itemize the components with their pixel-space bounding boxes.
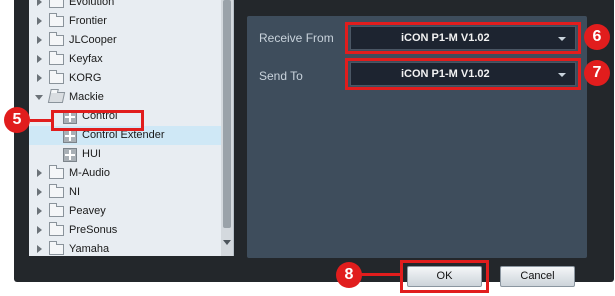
folder-icon [49, 0, 64, 8]
tree-item-label: HUI [82, 148, 101, 160]
expand-arrow-icon[interactable] [37, 17, 42, 25]
callout-badge-8: 8 [336, 262, 362, 288]
expand-arrow-icon[interactable] [37, 226, 42, 234]
callout-highlight-receive-from [345, 22, 581, 54]
tree-item-presonus[interactable]: PreSonus [29, 221, 223, 240]
folder-icon [49, 70, 64, 84]
tree-item-mackie[interactable]: Mackie [29, 88, 223, 107]
expand-arrow-icon[interactable] [37, 169, 42, 177]
control-surface-icon [63, 129, 77, 143]
tree-item-label: Peavey [69, 205, 106, 217]
tree-item-m-audio[interactable]: M-Audio [29, 164, 223, 183]
cancel-button[interactable]: Cancel [500, 266, 575, 287]
callout-connector [30, 119, 52, 122]
tree-item-label: M-Audio [69, 167, 110, 179]
expand-arrow-icon[interactable] [37, 74, 42, 82]
callout-highlight-send-to [345, 58, 581, 90]
scroll-down-arrow-icon[interactable] [223, 240, 231, 245]
callout-connector [360, 273, 401, 276]
folder-icon [49, 165, 64, 179]
tree-item-ni[interactable]: NI [29, 183, 223, 202]
expand-arrow-icon[interactable] [37, 188, 42, 196]
expand-arrow-icon[interactable] [37, 55, 42, 63]
tree-item-label: Yamaha [69, 243, 110, 255]
folder-icon [49, 13, 64, 27]
callout-badge-6: 6 [584, 24, 610, 50]
open-folder-icon [47, 92, 66, 103]
folder-icon [49, 184, 64, 198]
tree-item-label: NI [69, 186, 80, 198]
tree-item-jlcooper[interactable]: JLCooper [29, 31, 223, 50]
tree-item-keyfax[interactable]: Keyfax [29, 50, 223, 69]
callout-highlight-tree-item [51, 110, 144, 131]
tree-item-evolution[interactable]: Evolution [29, 0, 223, 12]
tree-item-label: KORG [69, 72, 102, 84]
tree-item-label: Mackie [69, 91, 104, 103]
tree-item-korg[interactable]: KORG [29, 69, 223, 88]
tree-scrollbar-thumb[interactable] [223, 0, 231, 228]
tree-item-yamaha[interactable]: Yamaha [29, 240, 223, 256]
expand-arrow-icon[interactable] [37, 207, 42, 215]
tree-item-label: JLCooper [69, 34, 117, 46]
folder-icon [49, 241, 64, 255]
callout-badge-5: 5 [4, 107, 30, 133]
tree-item-label: Frontier [69, 15, 107, 27]
collapse-arrow-icon[interactable] [35, 95, 43, 100]
tree-item-label: Keyfax [69, 53, 103, 65]
tree-item-label: Evolution [69, 0, 115, 8]
tree-item-frontier[interactable]: Frontier [29, 12, 223, 31]
expand-arrow-icon[interactable] [37, 0, 42, 6]
receive-from-label: Receive From [259, 31, 334, 45]
tree-item-hui[interactable]: HUI [29, 145, 223, 164]
folder-icon [49, 222, 64, 236]
send-to-label: Send To [259, 69, 303, 83]
expand-arrow-icon[interactable] [37, 36, 42, 44]
control-surface-icon [63, 148, 77, 162]
expand-arrow-icon[interactable] [37, 245, 42, 253]
folder-icon [49, 203, 64, 217]
folder-icon [49, 32, 64, 46]
tree-item-label: PreSonus [69, 224, 118, 236]
tree-item-peavey[interactable]: Peavey [29, 202, 223, 221]
callout-badge-7: 7 [584, 60, 610, 86]
callout-highlight-ok [400, 260, 489, 293]
folder-icon [49, 51, 64, 65]
